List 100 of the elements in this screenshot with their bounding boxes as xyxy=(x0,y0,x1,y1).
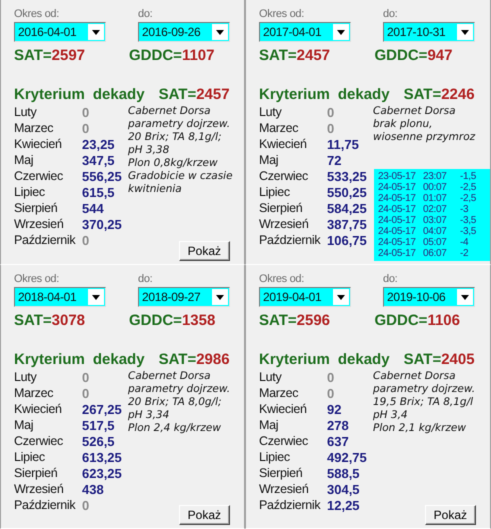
show-button[interactable]: Pokaż xyxy=(178,241,230,261)
month-value: 92 xyxy=(327,402,342,418)
list-cell-text: 24-05-17 xyxy=(378,193,417,204)
note-line: parametry dojrzew. xyxy=(128,118,232,131)
gddc-result: GDDC=1107 xyxy=(129,47,216,64)
criterion-sat: SAT=2986 xyxy=(158,351,230,368)
list-cell-text: 06:07 xyxy=(423,248,448,259)
criterion-title: Kryterium xyxy=(14,351,85,368)
month-value: 615,5 xyxy=(82,185,116,201)
date-dropdown[interactable]: 2018-09-27 xyxy=(138,287,230,307)
field-label: do: xyxy=(383,8,398,20)
criterion-title: Kryterium xyxy=(259,351,330,368)
month-value: 613,25 xyxy=(82,450,123,466)
list-cell-text: -3 xyxy=(460,204,470,215)
note-line: Cabernet Dorsa xyxy=(128,105,212,118)
month-value: 23,25 xyxy=(82,137,116,153)
criterion-title: dekady xyxy=(338,86,390,103)
month-value: 584,25 xyxy=(327,201,368,217)
month-value: 550,25 xyxy=(327,185,368,201)
month-value: 0 xyxy=(82,498,90,514)
month-label: Czerwiec xyxy=(259,169,309,185)
month-label: Kwiecień xyxy=(259,402,308,418)
month-label: Maj xyxy=(14,153,34,169)
criterion-sat: SAT=2405 xyxy=(404,351,475,368)
show-button[interactable]: Pokaż xyxy=(178,505,230,525)
month-value: 0 xyxy=(82,370,90,386)
month-value: 267,25 xyxy=(82,402,123,418)
month-label: Luty xyxy=(259,370,282,386)
month-label: Czerwiec xyxy=(14,434,64,450)
note-line: pH 3,34 xyxy=(128,409,170,422)
month-label: Październik xyxy=(14,233,76,249)
date-dropdown[interactable]: 2016-09-26 xyxy=(138,22,230,42)
note-line: pH 3,4 xyxy=(373,409,409,422)
month-value: 370,25 xyxy=(82,217,123,233)
note-line: kwitnienia xyxy=(128,183,183,196)
date-dropdown[interactable]: 2019-04-01 xyxy=(259,287,351,307)
show-button[interactable]: Pokaż xyxy=(424,505,476,525)
month-label: Czerwiec xyxy=(14,169,64,185)
list-cell-text: 24-05-17 xyxy=(378,226,417,237)
list-cell-text: 01:07 xyxy=(423,193,448,204)
month-value: 623,25 xyxy=(82,466,123,482)
date-dropdown[interactable]: 2018-04-01 xyxy=(14,287,106,307)
month-value: 544 xyxy=(82,201,105,217)
date-dropdown[interactable]: 2017-04-01 xyxy=(259,22,351,42)
month-label: Lipiec xyxy=(259,450,291,466)
criterion-title: Kryterium xyxy=(259,86,330,103)
list-cell-text: -3,5 xyxy=(460,215,478,226)
note-line: parametry dojrzew. xyxy=(373,383,476,396)
month-value: 387,75 xyxy=(327,217,368,233)
month-label: Lipiec xyxy=(259,185,291,201)
month-label: Czerwiec xyxy=(259,434,309,450)
month-label: Maj xyxy=(259,418,280,434)
note-line: wiosenne przymroz xyxy=(373,131,476,144)
month-label: Lipiec xyxy=(14,185,46,201)
list-cell-text: 02:07 xyxy=(423,204,448,215)
sat-result: SAT=3078 xyxy=(14,312,86,329)
month-label: Kwiecień xyxy=(259,137,308,153)
date-dropdown[interactable]: 2017-10-31 xyxy=(383,22,475,42)
list-cell-text: -3,5 xyxy=(460,226,478,237)
list-cell-text: 00:07 xyxy=(423,182,448,193)
month-label: Kwiecień xyxy=(14,402,63,418)
date-dropdown[interactable]: 2016-04-01 xyxy=(14,22,106,42)
criterion-sat: SAT=2457 xyxy=(158,86,230,103)
month-label: Luty xyxy=(14,370,38,386)
month-label: Wrzesień xyxy=(259,482,310,498)
month-label: Sierpień xyxy=(259,466,304,482)
note-line: brak plonu, xyxy=(373,118,434,131)
criterion-title: dekady xyxy=(338,351,390,368)
month-value: 0 xyxy=(327,105,336,121)
date-dropdown[interactable]: 2019-10-06 xyxy=(383,287,475,307)
month-label: Sierpień xyxy=(14,201,58,217)
month-label: Październik xyxy=(259,498,322,514)
note-line: Cabernet Dorsa xyxy=(373,105,457,118)
month-label: Luty xyxy=(259,105,282,121)
list-cell-text: -1,5 xyxy=(460,171,478,182)
month-value: 0 xyxy=(327,121,336,137)
month-value: 556,25 xyxy=(82,169,123,185)
note-line: Cabernet Dorsa xyxy=(373,370,457,383)
month-label: Marzec xyxy=(14,121,54,137)
note-line: Plon 2,4 kg/krzew xyxy=(128,422,222,435)
field-label: Okres od: xyxy=(259,8,305,20)
list-cell-text: 23:07 xyxy=(423,171,448,182)
list-cell-text: -4 xyxy=(460,237,470,248)
month-value: 637 xyxy=(327,434,350,450)
note-line: pH 3,38 xyxy=(128,144,170,157)
month-value: 106,75 xyxy=(327,233,368,249)
month-value: 0 xyxy=(82,121,90,137)
month-label: Wrzesień xyxy=(14,482,64,498)
field-label: Okres od: xyxy=(14,8,60,20)
sat-result: SAT=2597 xyxy=(14,47,86,64)
month-label: Wrzesień xyxy=(14,217,64,233)
note-line: parametry dojrzew. xyxy=(128,383,232,396)
month-value: 438 xyxy=(82,482,105,498)
note-line: 20 Brix; TA 8,0g/l; xyxy=(128,396,223,409)
field-label: do: xyxy=(138,8,154,20)
month-value: 304,5 xyxy=(327,482,361,498)
month-label: Marzec xyxy=(259,121,300,137)
list-cell-text: 24-05-17 xyxy=(378,182,417,193)
list-cell-text: -2,5 xyxy=(460,193,478,204)
sat-result: SAT=2596 xyxy=(259,312,332,329)
